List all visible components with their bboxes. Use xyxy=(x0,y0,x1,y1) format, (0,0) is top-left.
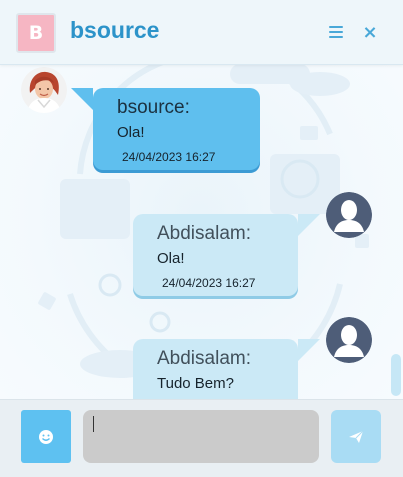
smiley-icon xyxy=(39,429,53,444)
message-timestamp: 24/04/2023 16:27 xyxy=(122,150,216,164)
agent-avatar xyxy=(21,67,67,113)
message-sender: bsource: xyxy=(117,97,190,118)
text-caret xyxy=(93,416,94,432)
message-text: Ola! xyxy=(117,124,145,141)
message-timestamp: 24/04/2023 16:27 xyxy=(162,276,256,290)
message-list[interactable]: bsource: Ola! 24/04/2023 16:27 Abdisalam… xyxy=(0,64,403,399)
send-button[interactable] xyxy=(331,410,381,463)
chat-header: B bsource × xyxy=(0,0,403,65)
user-placeholder-avatar xyxy=(326,192,372,238)
user-avatar xyxy=(326,192,372,238)
chat-title: bsource xyxy=(70,17,160,43)
hamburger-icon xyxy=(329,26,343,38)
close-icon: × xyxy=(362,21,378,43)
message-bubble: Abdisalam: Tudo Bem? xyxy=(133,339,320,399)
paper-plane-icon xyxy=(349,430,364,443)
emoji-button[interactable] xyxy=(21,410,71,463)
scrollbar-thumb[interactable] xyxy=(391,354,401,396)
brand-badge: B xyxy=(16,13,56,53)
menu-button[interactable] xyxy=(326,22,346,42)
agent-photo-avatar xyxy=(21,67,67,113)
close-button[interactable]: × xyxy=(360,21,380,43)
chat-widget: B bsource × bsource: Ola! 24/04/2023 16:… xyxy=(0,0,403,477)
message-text: Ola! xyxy=(157,250,185,267)
message-sender: Abdisalam: xyxy=(157,223,251,244)
message-bubble: bsource: Ola! 24/04/2023 16:27 xyxy=(71,88,260,170)
user-placeholder-avatar xyxy=(326,317,372,363)
brand-badge-letter: B xyxy=(28,22,44,44)
composer xyxy=(0,399,403,477)
message-sender: Abdisalam: xyxy=(157,348,251,369)
message-bubble: Abdisalam: Ola! 24/04/2023 16:27 xyxy=(133,214,320,296)
message-input[interactable] xyxy=(83,410,319,463)
message-text: Tudo Bem? xyxy=(157,375,234,392)
user-avatar xyxy=(326,317,372,363)
